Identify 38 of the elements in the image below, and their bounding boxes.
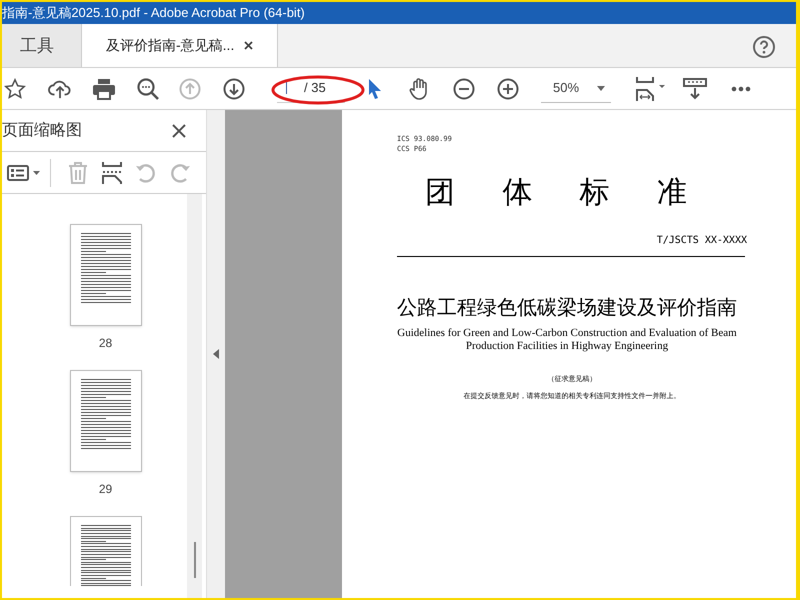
ruler-download-icon[interactable] [683,76,707,100]
insert-page-icon[interactable] [102,160,122,184]
close-icon[interactable] [172,124,186,138]
page-label: 29 [98,481,112,498]
document-subtitle: Guidelines for Green and Low-Carbon Construction and Evaluation of Beam Production Facilities in Highway Engineering [396,327,738,353]
tab[interactable]: 工具 [2,24,82,67]
cursor-arrow-icon[interactable] [367,78,383,100]
arrow-down-circle-icon[interactable] [223,78,245,100]
standard-code: T/JSCTS XX-XXXX [656,234,747,248]
star-icon[interactable] [4,78,26,100]
page-thumbnail[interactable] [70,370,142,472]
zoom-in-icon[interactable] [497,78,519,100]
list-options-icon[interactable] [7,164,41,180]
heading-character: 团 [425,174,455,212]
page-thumbnail[interactable] [70,516,142,586]
more-icon[interactable] [731,86,751,92]
zoom-dropdown[interactable]: 50% [541,74,611,102]
scrollbar[interactable] [187,194,202,598]
heading-character: 体 [502,174,532,212]
panel-title: 页面缩略图 [2,120,82,140]
scrollbar-thumb[interactable] [194,542,196,578]
collapse-arrow-icon[interactable] [213,349,219,359]
print-icon[interactable] [92,78,116,100]
zoom-out-icon[interactable] [453,78,475,100]
tab[interactable]: 及评价指南-意见稿... [82,24,278,67]
close-icon[interactable] [244,41,254,50]
text-cursor-icon [286,82,287,94]
page-fit-icon[interactable] [635,76,667,102]
window-title: 指南-意见稿2025.10.pdf - Adobe Acrobat Pro (64-bit) [2,5,305,20]
document-title: 公路工程绿色低碳梁场建设及评价指南 [397,296,738,321]
page-thumbnail[interactable] [70,224,142,326]
search-icon[interactable] [136,76,160,100]
help-icon[interactable] [752,35,776,59]
heading-character: 标 [580,174,610,212]
page-total: / 35 [304,79,326,98]
caret-icon [597,86,605,90]
page-label: 28 [98,335,112,352]
heading-character: 准 [656,174,687,212]
